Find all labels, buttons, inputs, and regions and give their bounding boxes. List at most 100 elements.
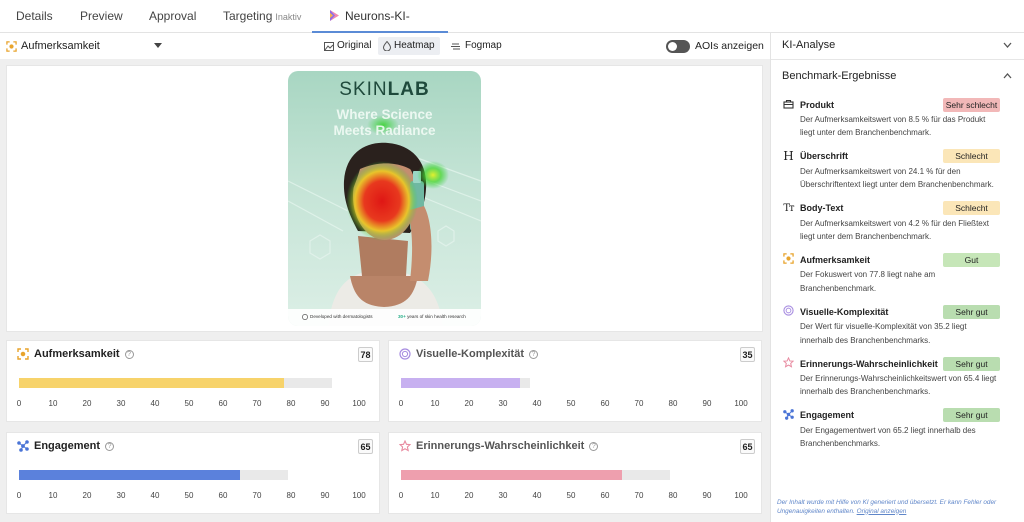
axis-tick-label: 50 <box>184 491 194 500</box>
help-icon[interactable]: ? <box>105 441 115 451</box>
view-original-label: Original <box>337 40 372 51</box>
tab-neurons-ki-analyse[interactable]: Neurons-KI-Analyse <box>312 0 448 56</box>
tab-details[interactable]: Details <box>16 0 53 33</box>
view-fogmap-button[interactable]: Fogmap <box>448 37 505 55</box>
axis-tick-label: 10 <box>430 399 440 408</box>
benchmark-item-text: Der Aufmerksamkeitswert von 24.1 % für d… <box>800 166 994 190</box>
aoi-toggle[interactable]: AOIs anzeigen <box>666 38 764 54</box>
metric-name: Erinnerungs-Wahrscheinlichkeit <box>416 440 585 452</box>
metric-axis: 0 10 20 30 40 50 60 70 80 90 100 <box>16 491 366 501</box>
benchmark-item: Engagement Sehr gut Der Engagementwert vo… <box>782 408 1000 451</box>
view-original-button[interactable]: Original <box>320 37 375 55</box>
ad-footer-right-number: 30+ <box>398 314 406 319</box>
metric-bar <box>401 470 741 480</box>
metric-bar-fill <box>401 470 622 480</box>
memory-icon <box>399 440 411 452</box>
view-heatmap-label: Heatmap <box>394 40 435 51</box>
axis-tick-label: 0 <box>16 491 22 500</box>
axis-tick-label: 10 <box>48 491 58 500</box>
analysis-toolbar: Aufmerksamkeit Original Heatmap Fogmap A… <box>0 33 770 59</box>
rating-badge: Sehr gut <box>943 356 1000 371</box>
axis-tick-label: 100 <box>352 491 366 500</box>
tab-approval[interactable]: Approval <box>149 0 196 33</box>
image-icon <box>324 41 334 51</box>
axis-tick-label: 30 <box>498 491 508 500</box>
ad-brand: SKINLAB <box>288 79 481 101</box>
metric-card-title: Aufmerksamkeit? <box>17 348 134 360</box>
axis-tick-label: 0 <box>16 399 22 408</box>
metric-select[interactable]: Aufmerksamkeit <box>6 38 162 54</box>
axis-tick-label: 70 <box>252 491 262 500</box>
axis-tick-label: 90 <box>702 399 712 408</box>
axis-tick-label: 30 <box>498 399 508 408</box>
benchmark-range <box>236 470 288 480</box>
axis-tick-label: 100 <box>734 399 748 408</box>
metric-card-aufmerksamkeit: Aufmerksamkeit? 78 0 10 20 30 40 50 60 70 80 90 10… <box>6 340 380 422</box>
metric-score: 65 <box>358 439 373 454</box>
benchmark-header[interactable]: Benchmark-Ergebnisse <box>782 68 1012 84</box>
help-icon[interactable]: ? <box>124 349 134 359</box>
view-heatmap-button[interactable]: Heatmap <box>378 37 440 55</box>
metric-name: Aufmerksamkeit <box>34 348 120 360</box>
benchmark-item-text: Der Fokuswert von 77.8 liegt nahe am Bra… <box>800 270 936 293</box>
toggle-knob <box>668 41 677 51</box>
rating-badge: Sehr schlecht <box>943 97 1000 112</box>
toggle-switch[interactable] <box>666 39 690 53</box>
axis-tick-label: 60 <box>600 491 610 500</box>
benchmark-item-name: Visuelle-Komplexität <box>800 306 889 317</box>
axis-tick-label: 30 <box>116 399 126 408</box>
rating-badge: Sehr gut <box>943 304 1000 319</box>
axis-tick-label: 80 <box>286 491 296 500</box>
axis-tick-label: 80 <box>286 399 296 408</box>
memory-icon <box>782 356 795 370</box>
complexity-icon <box>399 348 411 360</box>
axis-tick-label: 40 <box>532 399 542 408</box>
tab-preview[interactable]: Preview <box>80 0 123 33</box>
axis-tick-label: 100 <box>734 491 748 500</box>
benchmark-item-name: Body-Text <box>800 203 844 214</box>
help-icon[interactable]: ? <box>589 441 599 451</box>
preview-panel: SKINLAB Where Science Meets Radiance Dev… <box>6 65 763 332</box>
chevron-down-icon <box>154 43 162 48</box>
ad-footer-right-text: years of skin health research <box>407 314 466 319</box>
aoi-toggle-label: AOIs anzeigen <box>695 40 764 52</box>
attention-icon <box>17 348 29 360</box>
axis-tick-label: 60 <box>218 399 228 408</box>
metric-select-value: Aufmerksamkeit <box>21 40 100 52</box>
axis-tick-label: 80 <box>668 399 678 408</box>
metric-bar-fill <box>19 378 285 388</box>
axis-tick-label: 60 <box>218 491 228 500</box>
heading-icon: H <box>783 149 794 164</box>
product-icon <box>782 99 795 111</box>
benchmark-item-name: Produkt <box>800 99 835 110</box>
neurons-logo-icon <box>330 10 339 22</box>
benchmark-item-text: Der Aufmerksamkeitswert von 8.5 % für da… <box>800 115 986 138</box>
ki-analyse-header[interactable]: KI-Analyse <box>782 37 1012 53</box>
rating-badge: Gut <box>943 252 1000 267</box>
ad-headline-line2: Meets Radiance <box>333 123 436 138</box>
axis-tick-label: 30 <box>116 491 126 500</box>
metric-score: 65 <box>740 439 755 454</box>
metric-name: Visuelle-Komplexität <box>416 348 524 360</box>
attention-icon <box>6 40 17 52</box>
ad-brand-light: SKIN <box>339 79 388 100</box>
ad-footer-left: Developed with dermatologists <box>310 314 373 319</box>
tab-targeting[interactable]: Targeting Inaktiv <box>223 0 301 33</box>
metric-card-title: Visuelle-Komplexität? <box>399 348 538 360</box>
fogmap-icon <box>451 43 460 49</box>
benchmark-item: Produkt Sehr schlecht Der Aufmerksamkeits… <box>782 97 1000 140</box>
ad-footer-right: 30+ years of skin health research <box>398 314 466 319</box>
axis-tick-label: 50 <box>184 399 194 408</box>
benchmark-item-name: Überschrift <box>800 151 849 162</box>
metric-bar-fill <box>19 470 240 480</box>
axis-tick-label: 100 <box>352 399 366 408</box>
axis-tick-label: 10 <box>48 399 58 408</box>
attention-icon <box>782 253 795 266</box>
show-original-link[interactable]: Original anzeigen <box>857 508 907 515</box>
metric-score: 35 <box>740 347 755 362</box>
metric-card-engagement: Engagement? 65 0 10 20 30 40 50 60 70 80 90 100 <box>6 432 380 514</box>
ad-headline: Where Science Meets Radiance <box>288 107 481 139</box>
axis-tick-label: 40 <box>532 491 542 500</box>
help-icon[interactable]: ? <box>529 349 538 359</box>
axis-tick-label: 20 <box>82 491 92 500</box>
